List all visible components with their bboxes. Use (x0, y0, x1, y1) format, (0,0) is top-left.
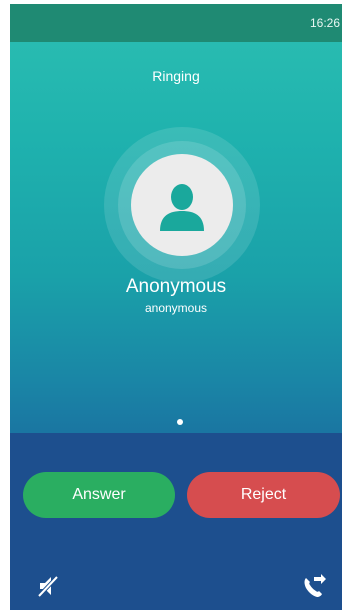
avatar-ring (104, 127, 260, 283)
avatar-ring-inner (118, 141, 246, 269)
contact-number: anonymous (144, 301, 208, 315)
call-transfer-icon[interactable] (300, 572, 328, 600)
reject-button[interactable]: Reject (187, 472, 340, 518)
status-bar: 16:26 (10, 4, 342, 42)
incoming-call-screen: 16:26 Ringing Anonymous anonymous Answer… (10, 4, 342, 610)
answer-button[interactable]: Answer (23, 472, 175, 518)
status-time: 16:26 (309, 16, 340, 30)
contact-name: Anonymous (125, 276, 227, 297)
mute-icon[interactable] (36, 574, 60, 598)
call-state-label: Ringing (152, 68, 200, 84)
page-indicator-dot (177, 419, 183, 425)
person-icon (160, 184, 204, 231)
avatar (131, 154, 233, 256)
